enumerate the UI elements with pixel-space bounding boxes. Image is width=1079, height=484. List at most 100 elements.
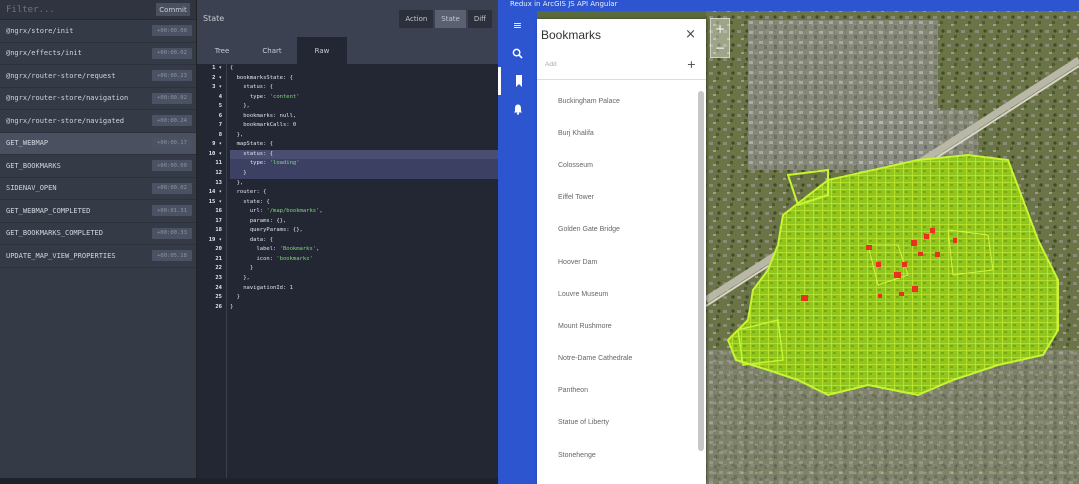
code-string: 'Bookmarks' (279, 246, 317, 253)
tab-raw[interactable]: Raw (297, 37, 347, 64)
bookmark-item[interactable]: Statue of Liberty (537, 407, 706, 439)
zoom-in-button[interactable]: + (711, 19, 729, 38)
filter-input[interactable] (6, 2, 156, 17)
action-row[interactable]: @ngrx/router-store/navigated +00:00.24 (0, 110, 196, 133)
tab-chart[interactable]: Chart (247, 37, 297, 64)
line-number: 23 (215, 275, 222, 282)
code-string: 'loading' (269, 160, 300, 167)
bookmark-item[interactable]: Burj Khalifa (537, 117, 706, 149)
action-row[interactable]: @ngrx/router-store/request +00:00.23 (0, 65, 196, 88)
line-number: 6 (218, 112, 222, 119)
code-line: bookmarks: null, (230, 112, 498, 122)
action-time-badge[interactable]: +00:00.02 (152, 47, 192, 59)
bookmark-scrollbar[interactable] (698, 91, 704, 451)
app-header: Redux in ArcGIS JS API Angular (498, 0, 1079, 11)
bookmark-item[interactable]: Eiffel Tower (537, 182, 706, 214)
action-time-badge[interactable]: +00:00.24 (152, 115, 192, 127)
bookmark-item[interactable]: Hoover Dam (537, 246, 706, 278)
code-text: queryParams: {}, (230, 227, 303, 234)
bell-icon (513, 104, 522, 115)
action-row[interactable]: @ngrx/store/init +00:00.00 (0, 20, 196, 43)
code-line: mapState: { (230, 140, 498, 150)
search-icon (512, 48, 523, 59)
menu-button[interactable]: ≡ (498, 11, 537, 39)
bookmark-item[interactable]: Stonehenge (537, 439, 706, 471)
line-number: 15 ▾ (208, 198, 222, 205)
bookmark-item[interactable]: Buckingham Palace (537, 85, 706, 117)
bookmarks-panel: Bookmarks × + Buckingham PalaceBurj Khal… (537, 19, 706, 484)
state-title: State (203, 14, 225, 23)
code-line: bookmarkCalls: 0 (230, 121, 498, 131)
code-line: { (230, 64, 498, 74)
code-text: status: { (230, 150, 274, 157)
add-bookmark-input[interactable] (545, 61, 687, 68)
action-time-badge[interactable]: +00:00.33 (152, 227, 192, 239)
action-name: SIDENAV_OPEN (6, 184, 57, 193)
action-row[interactable]: GET_BOOKMARKS +00:00.00 (0, 155, 196, 178)
tab-tree[interactable]: Tree (197, 37, 247, 64)
add-bookmark-row: + (537, 50, 706, 80)
line-number: 16 (215, 208, 222, 215)
bookmark-item[interactable]: Mount Rushmore (537, 310, 706, 342)
zoom-out-button[interactable]: − (711, 38, 729, 57)
line-number: 26 (215, 303, 222, 310)
action-row[interactable]: GET_WEBMAP_COMPLETED +00:01.31 (0, 200, 196, 223)
action-name: GET_BOOKMARKS_COMPLETED (6, 229, 103, 238)
action-time-badge[interactable]: +00:00.17 (152, 137, 192, 149)
code-line: navigationId: 1 (230, 284, 498, 294)
code-text: }, (230, 275, 250, 282)
code-line: icon: 'bookmarks' (230, 255, 498, 265)
action-time-badge[interactable]: +00:00.00 (152, 25, 192, 37)
bookmark-item[interactable]: Notre-Dame Cathedrale (537, 343, 706, 375)
action-time-badge[interactable]: +00:00.23 (152, 70, 192, 82)
code-text: icon: (230, 255, 277, 262)
action-row[interactable]: GET_WEBMAP +00:00.17 (0, 132, 196, 155)
bookmarks-button[interactable] (498, 67, 537, 95)
action-row[interactable]: @ngrx/effects/init +00:00.02 (0, 43, 196, 65)
line-number: 9 ▾ (212, 141, 222, 148)
close-icon[interactable]: × (685, 27, 696, 42)
line-number: 5 (218, 103, 222, 110)
bookmark-item[interactable]: Louvre Museum (537, 278, 706, 310)
bookmark-item[interactable]: Golden Gate Bridge (537, 214, 706, 246)
commit-button[interactable]: Commit (156, 3, 190, 16)
action-list: Commit @ngrx/store/init +00:00.00 @ngrx/ef… (0, 0, 197, 484)
action-row[interactable]: UPDATE_MAP_VIEW_PROPERTIES +00:05.18 (0, 245, 196, 268)
action-time-badge[interactable]: +00:00.02 (152, 182, 192, 194)
action-time-badge[interactable]: +00:05.18 (152, 250, 192, 262)
line-number: 14 ▾ (208, 189, 222, 196)
bookmark-item[interactable]: Taj Mahal (537, 471, 706, 484)
line-number: 10 ▾ (208, 150, 222, 157)
code-line: }, (230, 179, 498, 189)
code-line: data: { (230, 236, 498, 246)
code-line: state: { (230, 198, 498, 208)
mode-state-button[interactable]: State (435, 9, 466, 28)
action-time-badge[interactable]: +00:00.02 (152, 92, 192, 104)
menu-icon: ≡ (512, 18, 523, 32)
action-row[interactable]: SIDENAV_OPEN +00:00.02 (0, 178, 196, 200)
code-line: } (230, 293, 498, 303)
bookmarks-title: Bookmarks (541, 27, 602, 42)
action-row[interactable]: @ngrx/router-store/navigation +00:00.02 (0, 88, 196, 110)
action-time-badge[interactable]: +00:00.00 (152, 160, 192, 172)
mode-diff-button[interactable]: Diff (467, 9, 492, 28)
search-button[interactable] (498, 39, 537, 67)
bookmark-item[interactable]: Pantheon (537, 375, 706, 407)
line-number-gutter: 1 ▾ 2 ▾ 3 ▾ 4 5 6 7 8 9 ▾ 10 ▾ 11 12 13 14 ▾ 15 ▾ 16 17 1… (197, 64, 227, 484)
raw-state-editor[interactable]: 1 ▾ 2 ▾ 3 ▾ 4 5 6 7 8 9 ▾ 10 ▾ 11 12 13 14 ▾ 15 ▾ 16 17 1… (197, 64, 498, 484)
code-line: type: 'content' (230, 93, 498, 103)
state-header: State Action State Diff (197, 0, 498, 37)
code-line: url: '/map/bookmarks', (230, 207, 498, 217)
mode-action-button[interactable]: Action (399, 9, 434, 28)
code-line: }, (230, 131, 498, 141)
add-icon[interactable]: + (687, 58, 696, 71)
action-time-badge[interactable]: +00:01.31 (152, 205, 192, 217)
action-name: GET_BOOKMARKS (6, 161, 61, 170)
line-number: 18 (215, 227, 222, 234)
notifications-button[interactable] (498, 95, 537, 123)
line-number: 11 (215, 160, 222, 167)
action-name: UPDATE_MAP_VIEW_PROPERTIES (6, 251, 116, 260)
redux-devtools: Commit @ngrx/store/init +00:00.00 @ngrx/ef… (0, 0, 498, 484)
bookmark-item[interactable]: Colosseum (537, 149, 706, 181)
action-row[interactable]: GET_BOOKMARKS_COMPLETED +00:00.33 (0, 223, 196, 245)
